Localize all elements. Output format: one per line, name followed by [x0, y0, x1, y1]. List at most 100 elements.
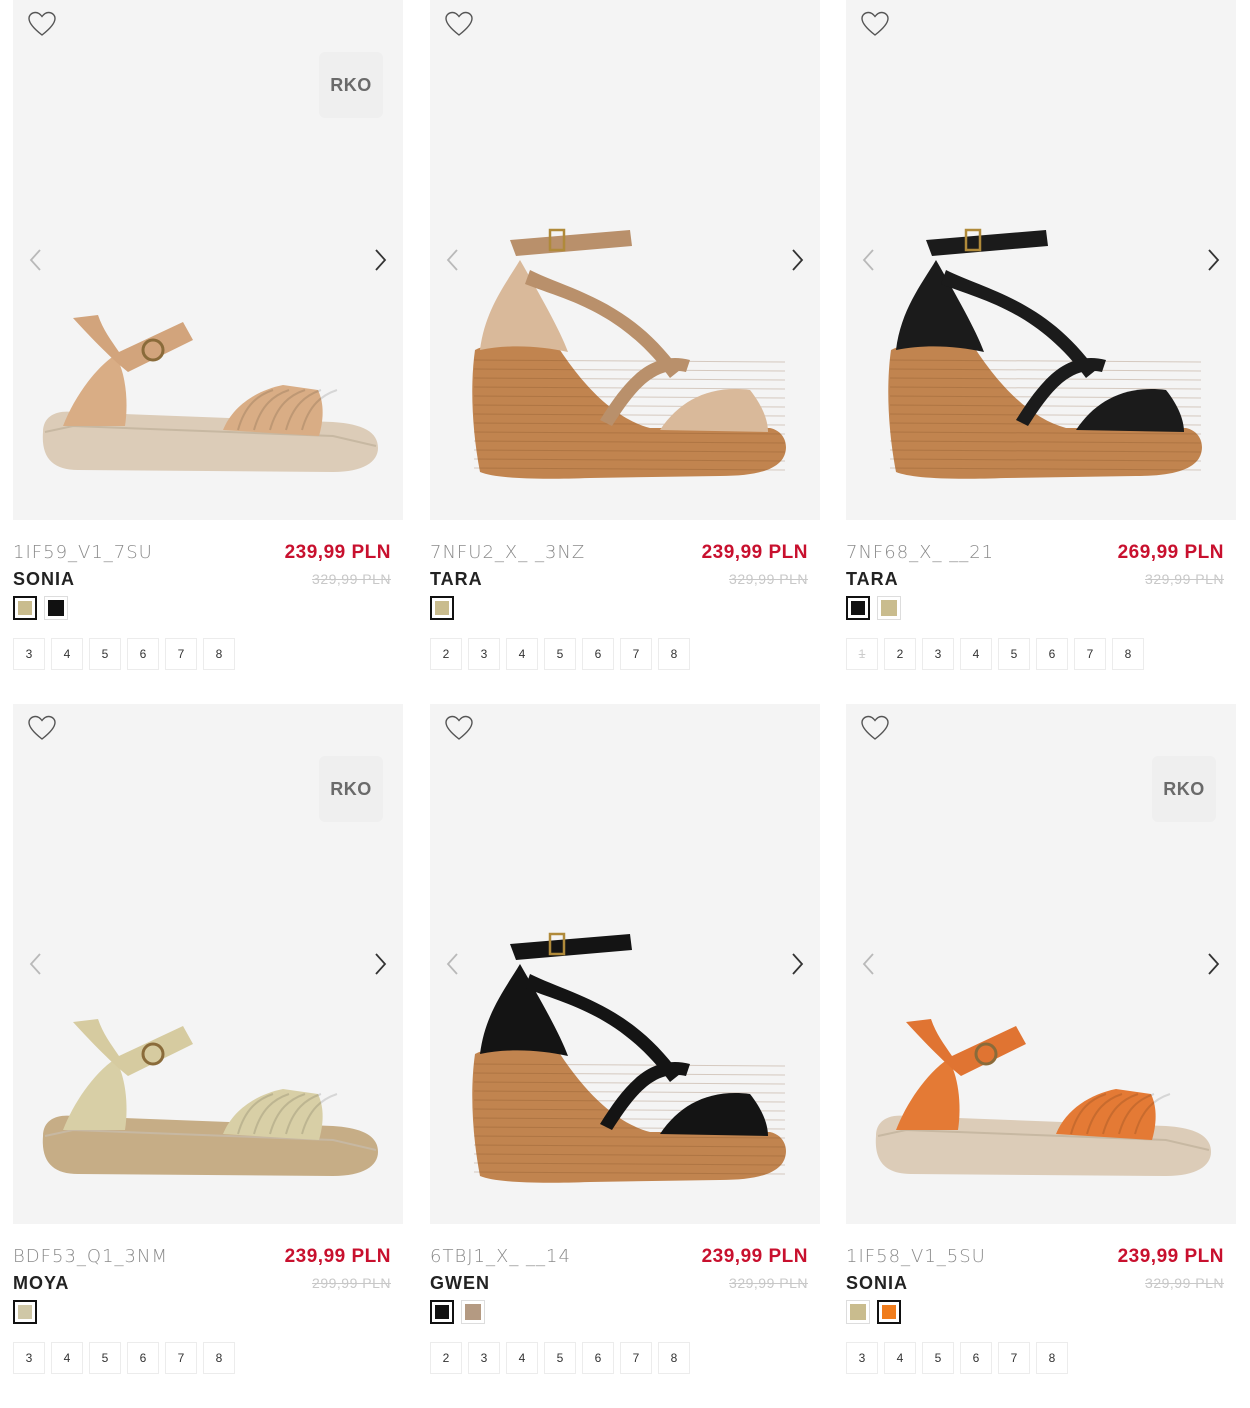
size-option[interactable]: 5 — [998, 638, 1030, 670]
size-option[interactable]: 6 — [127, 1342, 159, 1374]
size-option[interactable]: 1 — [846, 638, 878, 670]
color-swatch[interactable] — [13, 1300, 37, 1324]
size-option[interactable]: 5 — [89, 1342, 121, 1374]
size-option[interactable]: 8 — [203, 1342, 235, 1374]
product-name[interactable]: GWEN — [430, 1273, 490, 1294]
size-option[interactable]: 2 — [884, 638, 916, 670]
chevron-right-icon[interactable] — [788, 950, 806, 978]
size-option[interactable]: 7 — [998, 1342, 1030, 1374]
size-option[interactable]: 8 — [658, 638, 690, 670]
size-option[interactable]: 6 — [1036, 638, 1068, 670]
size-option[interactable]: 3 — [468, 638, 500, 670]
size-option[interactable]: 8 — [1036, 1342, 1068, 1374]
product-image-carousel[interactable]: RKO — [13, 0, 403, 520]
product-card[interactable]: 6TBJ1_X_ __14 GWEN 239,99 PLN 329,99 PLN 2 3 4… — [430, 704, 820, 1374]
sale-price: 239,99 PLN — [284, 1246, 391, 1267]
product-name[interactable]: TARA — [430, 569, 483, 590]
product-name[interactable]: SONIA — [846, 1273, 908, 1294]
size-option[interactable]: 8 — [658, 1342, 690, 1374]
product-code: 1IF58_V1_5SU — [846, 1246, 986, 1267]
size-option[interactable]: 8 — [203, 638, 235, 670]
original-price: 329,99 PLN — [729, 571, 808, 587]
chevron-left-icon[interactable] — [27, 246, 45, 274]
size-option[interactable]: 5 — [89, 638, 121, 670]
size-option[interactable]: 4 — [506, 1342, 538, 1374]
product-name[interactable]: SONIA — [13, 569, 75, 590]
chevron-right-icon[interactable] — [1204, 950, 1222, 978]
chevron-right-icon[interactable] — [371, 246, 389, 274]
chevron-right-icon[interactable] — [371, 950, 389, 978]
product-image[interactable] — [450, 200, 800, 500]
product-image[interactable] — [866, 200, 1216, 500]
color-swatch[interactable] — [44, 596, 68, 620]
product-image-carousel[interactable] — [430, 704, 820, 1224]
color-swatch[interactable] — [877, 596, 901, 620]
color-swatch[interactable] — [846, 1300, 870, 1324]
color-swatch[interactable] — [461, 1300, 485, 1324]
size-option[interactable]: 6 — [582, 1342, 614, 1374]
product-code: 6TBJ1_X_ __14 — [430, 1246, 571, 1267]
color-swatch[interactable] — [13, 596, 37, 620]
size-option[interactable]: 5 — [544, 638, 576, 670]
chevron-right-icon[interactable] — [788, 246, 806, 274]
size-option[interactable]: 2 — [430, 1342, 462, 1374]
size-option[interactable]: 7 — [165, 1342, 197, 1374]
product-card[interactable]: 7NFU2_X_ _3NZ TARA 239,99 PLN 329,99 PLN 2 3 4… — [430, 0, 820, 670]
product-image[interactable] — [33, 200, 383, 500]
size-option[interactable]: 7 — [1074, 638, 1106, 670]
product-image[interactable] — [450, 904, 800, 1204]
original-price: 329,99 PLN — [729, 1275, 808, 1291]
size-option[interactable]: 3 — [13, 638, 45, 670]
product-code: 1IF59_V1_7SU — [13, 542, 153, 563]
size-option[interactable]: 3 — [13, 1342, 45, 1374]
chevron-left-icon[interactable] — [444, 246, 462, 274]
color-swatch[interactable] — [430, 596, 454, 620]
color-swatch[interactable] — [430, 1300, 454, 1324]
size-option[interactable]: 3 — [922, 638, 954, 670]
size-option[interactable]: 6 — [582, 638, 614, 670]
size-option[interactable]: 6 — [127, 638, 159, 670]
product-name[interactable]: TARA — [846, 569, 899, 590]
wishlist-heart-icon[interactable] — [860, 714, 890, 742]
wishlist-heart-icon[interactable] — [27, 714, 57, 742]
chevron-left-icon[interactable] — [27, 950, 45, 978]
product-name[interactable]: MOYA — [13, 1273, 69, 1294]
size-selector: 2345678 — [430, 1342, 690, 1374]
product-image-carousel[interactable]: RKO — [846, 704, 1236, 1224]
chevron-left-icon[interactable] — [860, 950, 878, 978]
size-option[interactable]: 4 — [506, 638, 538, 670]
size-option[interactable]: 3 — [846, 1342, 878, 1374]
wishlist-heart-icon[interactable] — [27, 10, 57, 38]
size-option[interactable]: 7 — [165, 638, 197, 670]
chevron-left-icon[interactable] — [444, 950, 462, 978]
original-price: 299,99 PLN — [312, 1275, 391, 1291]
product-card[interactable]: RKO 1IF58_V1_5SU SONIA 239,99 PLN 329,99 PLN… — [846, 704, 1236, 1374]
size-option[interactable]: 2 — [430, 638, 462, 670]
product-image-carousel[interactable]: RKO — [13, 704, 403, 1224]
size-option[interactable]: 5 — [922, 1342, 954, 1374]
size-option[interactable]: 8 — [1112, 638, 1144, 670]
size-option[interactable]: 4 — [884, 1342, 916, 1374]
size-option[interactable]: 7 — [620, 1342, 652, 1374]
product-image-carousel[interactable] — [430, 0, 820, 520]
wishlist-heart-icon[interactable] — [860, 10, 890, 38]
size-option[interactable]: 4 — [51, 638, 83, 670]
product-image-carousel[interactable] — [846, 0, 1236, 520]
color-swatch[interactable] — [846, 596, 870, 620]
color-swatch[interactable] — [877, 1300, 901, 1324]
product-image[interactable] — [33, 904, 383, 1204]
size-option[interactable]: 4 — [960, 638, 992, 670]
size-option[interactable]: 5 — [544, 1342, 576, 1374]
wishlist-heart-icon[interactable] — [444, 10, 474, 38]
wishlist-heart-icon[interactable] — [444, 714, 474, 742]
product-card[interactable]: RKO BDF53_Q1_3NM MOYA 239,99 PLN 299,99 PLN 3… — [13, 704, 403, 1374]
product-card[interactable]: RKO 1IF59_V1_7SU SONIA 239,99 PLN 329,99 PLN… — [13, 0, 403, 670]
product-image[interactable] — [866, 904, 1216, 1204]
chevron-left-icon[interactable] — [860, 246, 878, 274]
size-option[interactable]: 7 — [620, 638, 652, 670]
size-option[interactable]: 4 — [51, 1342, 83, 1374]
product-card[interactable]: 7NF68_X_ __21 TARA 269,99 PLN 329,99 PLN 1 2 3… — [846, 0, 1236, 670]
size-option[interactable]: 3 — [468, 1342, 500, 1374]
chevron-right-icon[interactable] — [1204, 246, 1222, 274]
size-option[interactable]: 6 — [960, 1342, 992, 1374]
